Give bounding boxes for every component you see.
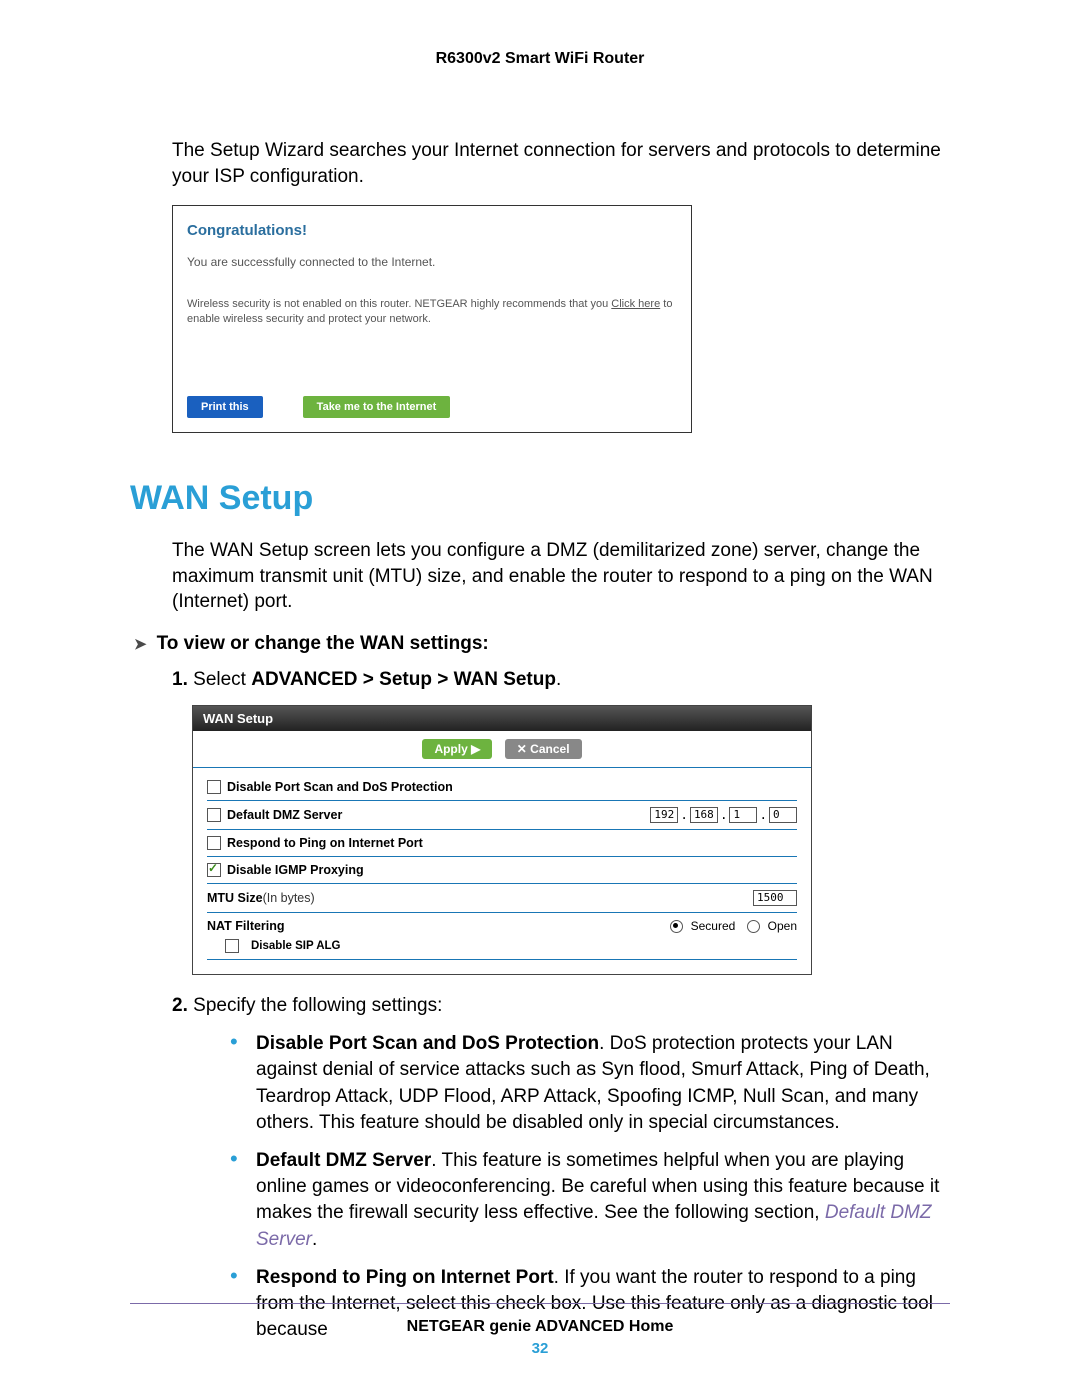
ip-octet-1[interactable]: 192 [650, 807, 678, 823]
procedure-heading-text: To view or change the WAN settings: [157, 633, 489, 654]
congrats-title: Congratulations! [187, 222, 677, 239]
row-portscan: Disable Port Scan and DoS Protection [207, 774, 797, 801]
apply-button[interactable]: Apply ▶ [422, 739, 492, 759]
wan-setup-titlebar: WAN Setup [193, 706, 811, 731]
nat-open-radio[interactable] [747, 920, 760, 933]
bullet-ping-bold: Respond to Ping on Internet Port [256, 1267, 554, 1288]
igmp-label: Disable IGMP Proxying [227, 863, 364, 877]
step-2: 2. Specify the following settings: [172, 995, 950, 1017]
mtu-input[interactable]: 1500 [753, 890, 797, 906]
footer-title: NETGEAR genie ADVANCED Home [130, 1318, 950, 1336]
dmz-checkbox[interactable] [207, 808, 221, 822]
bullet-dmz: Default DMZ Server. This feature is some… [230, 1148, 950, 1253]
row-sip: Disable SIP ALG [207, 933, 797, 960]
row-nat: NAT Filtering Secured Open [207, 913, 797, 933]
take-me-to-internet-button[interactable]: Take me to the Internet [303, 396, 451, 418]
bullet-dmz-bold: Default DMZ Server [256, 1150, 431, 1171]
footer-page-number: 32 [130, 1340, 950, 1357]
step-1: 1. Select ADVANCED > Setup > WAN Setup. [172, 669, 950, 691]
bullet-portscan: Disable Port Scan and DoS Protection. Do… [230, 1031, 950, 1136]
portscan-label: Disable Port Scan and DoS Protection [227, 780, 453, 794]
footer-rule [130, 1303, 950, 1304]
step-1-path: ADVANCED > Setup > WAN Setup [251, 669, 556, 690]
ping-checkbox[interactable] [207, 836, 221, 850]
congrats-click-here-link[interactable]: Click here [611, 298, 660, 310]
print-this-button[interactable]: Print this [187, 396, 263, 418]
intro-paragraph: The Setup Wizard searches your Internet … [172, 138, 950, 189]
procedure-heading: ➤ To view or change the WAN settings: [134, 633, 950, 655]
page-header-title: R6300v2 Smart WiFi Router [130, 50, 950, 68]
sip-label: Disable SIP ALG [251, 940, 340, 952]
step-2-text: Specify the following settings: [193, 995, 442, 1016]
congrats-line2-pre: Wireless security is not enabled on this… [187, 298, 611, 310]
ping-label: Respond to Ping on Internet Port [227, 836, 423, 850]
row-mtu: MTU Size(In bytes) 1500 [207, 884, 797, 913]
step-2-number: 2. [172, 995, 188, 1016]
step-1-pre: Select [193, 669, 251, 690]
wan-paragraph: The WAN Setup screen lets you configure … [172, 538, 950, 615]
mtu-label: MTU Size [207, 891, 263, 905]
nat-label: NAT Filtering [207, 919, 285, 933]
congrats-line1: You are successfully connected to the In… [187, 255, 677, 269]
nat-open-label: Open [768, 919, 797, 933]
row-ping: Respond to Ping on Internet Port [207, 830, 797, 857]
ip-octet-3[interactable]: 1 [729, 807, 757, 823]
ip-octet-4[interactable]: 0 [769, 807, 797, 823]
step-1-number: 1. [172, 669, 188, 690]
congrats-screenshot: Congratulations! You are successfully co… [172, 205, 692, 433]
bullet-dmz-tail: . [312, 1229, 317, 1250]
page-footer: NETGEAR genie ADVANCED Home 32 [130, 1295, 950, 1357]
row-dmz: Default DMZ Server 192. 168. 1. 0 [207, 801, 797, 830]
nat-secured-radio[interactable] [670, 920, 683, 933]
congrats-line2: Wireless security is not enabled on this… [187, 297, 677, 326]
arrow-icon: ➤ [134, 635, 147, 653]
row-igmp: Disable IGMP Proxying [207, 857, 797, 884]
mtu-unit: (In bytes) [263, 891, 315, 905]
wan-button-row: Apply ▶ ✕ Cancel [193, 731, 811, 768]
igmp-checkbox[interactable] [207, 863, 221, 877]
sip-checkbox[interactable] [225, 939, 239, 953]
portscan-checkbox[interactable] [207, 780, 221, 794]
dmz-ip-inputs: 192. 168. 1. 0 [650, 807, 797, 823]
wan-setup-heading: WAN Setup [130, 479, 950, 518]
ip-octet-2[interactable]: 168 [690, 807, 718, 823]
bullet-portscan-bold: Disable Port Scan and DoS Protection [256, 1033, 599, 1054]
nat-secured-label: Secured [691, 919, 736, 933]
cancel-button[interactable]: ✕ Cancel [505, 739, 582, 759]
nat-options: Secured Open [664, 919, 797, 933]
wan-setup-screenshot: WAN Setup Apply ▶ ✕ Cancel Disable Port … [192, 705, 812, 975]
dmz-label: Default DMZ Server [227, 808, 342, 822]
step-1-post: . [556, 669, 561, 690]
